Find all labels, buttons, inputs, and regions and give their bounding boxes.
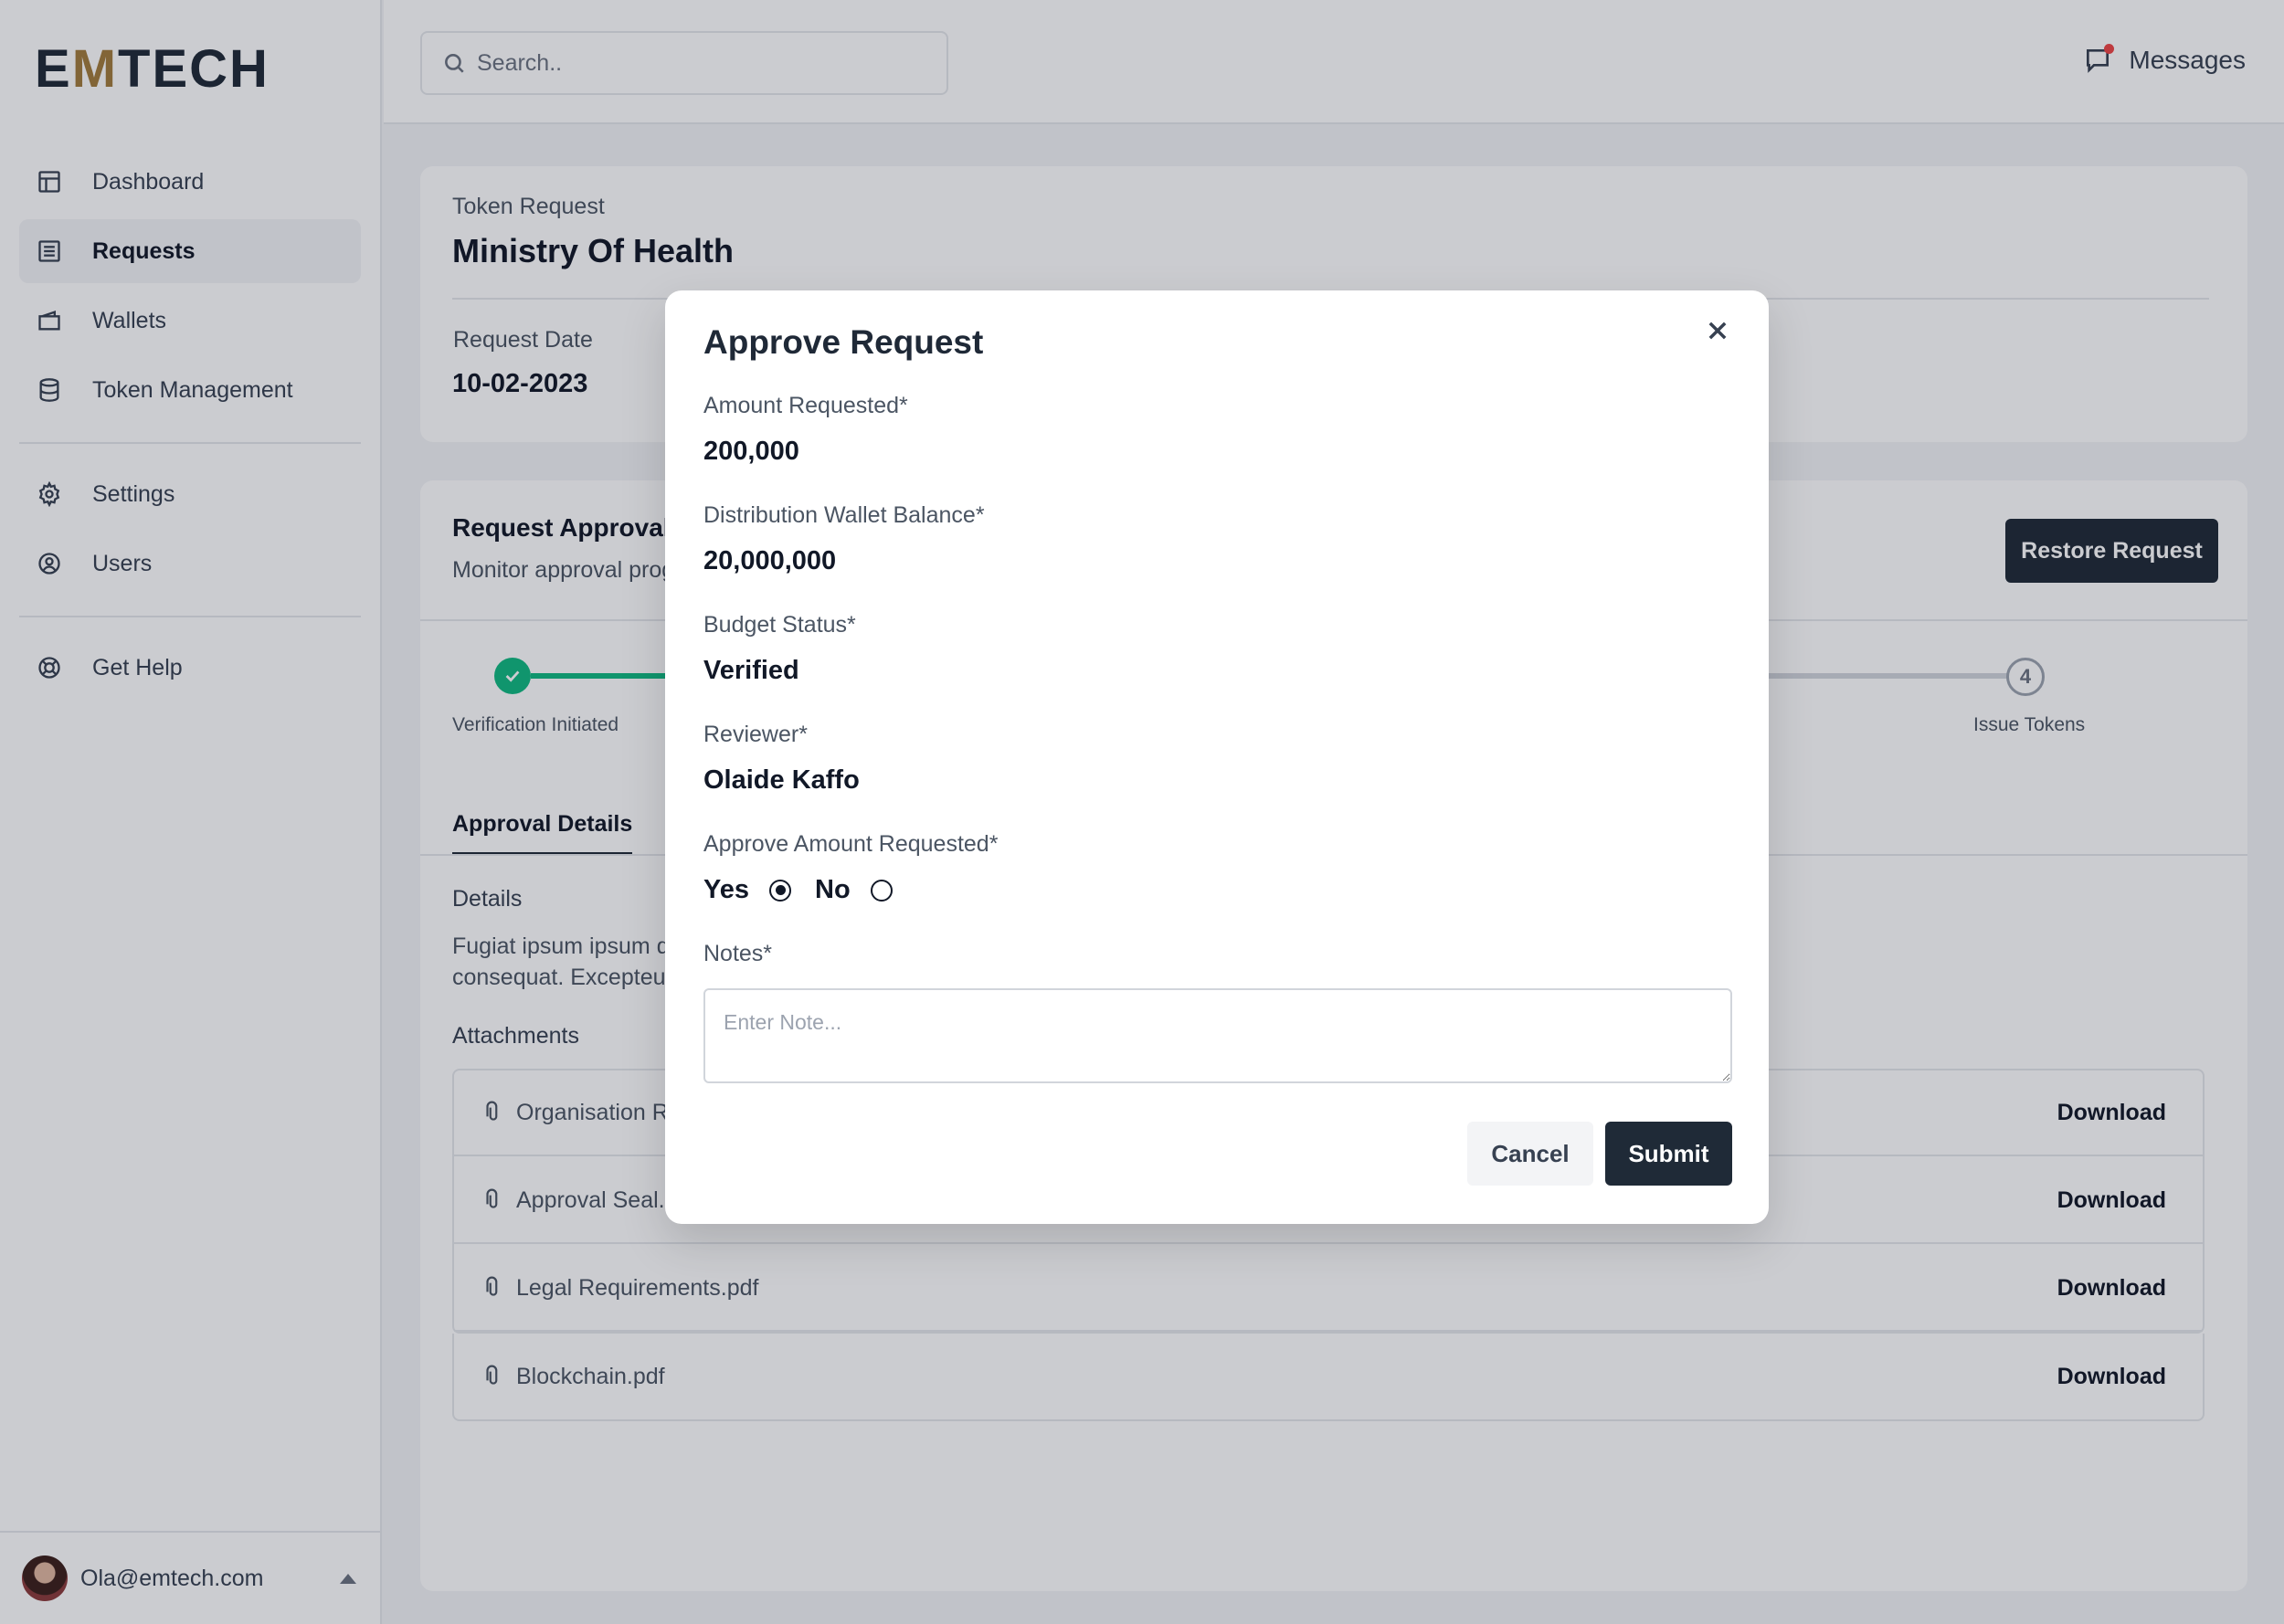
amount-requested-value: 200,000 bbox=[703, 437, 799, 466]
radio-yes[interactable] bbox=[769, 879, 791, 902]
notes-label: Notes* bbox=[703, 941, 773, 966]
wallet-balance-value: 20,000,000 bbox=[703, 546, 837, 575]
budget-status-value: Verified bbox=[703, 656, 799, 685]
approve-request-modal: Approve Request Amount Requested* 200,00… bbox=[665, 290, 1769, 1224]
option-no-label: No bbox=[815, 875, 851, 904]
amount-requested-label: Amount Requested* bbox=[703, 393, 908, 418]
approve-radio-group: Yes No bbox=[703, 875, 893, 905]
close-icon bbox=[1708, 322, 1727, 340]
cancel-button[interactable]: Cancel bbox=[1467, 1122, 1593, 1186]
close-button[interactable] bbox=[1697, 311, 1738, 351]
budget-status-label: Budget Status* bbox=[703, 612, 856, 638]
wallet-balance-label: Distribution Wallet Balance* bbox=[703, 502, 985, 528]
reviewer-label: Reviewer* bbox=[703, 722, 808, 747]
radio-no[interactable] bbox=[870, 879, 893, 902]
approve-amount-label: Approve Amount Requested* bbox=[703, 831, 999, 857]
option-yes-label: Yes bbox=[703, 875, 749, 904]
reviewer-value: Olaide Kaffo bbox=[703, 765, 860, 795]
modal-title: Approve Request bbox=[703, 323, 984, 361]
submit-button[interactable]: Submit bbox=[1605, 1122, 1732, 1186]
notes-textarea[interactable] bbox=[703, 988, 1732, 1083]
